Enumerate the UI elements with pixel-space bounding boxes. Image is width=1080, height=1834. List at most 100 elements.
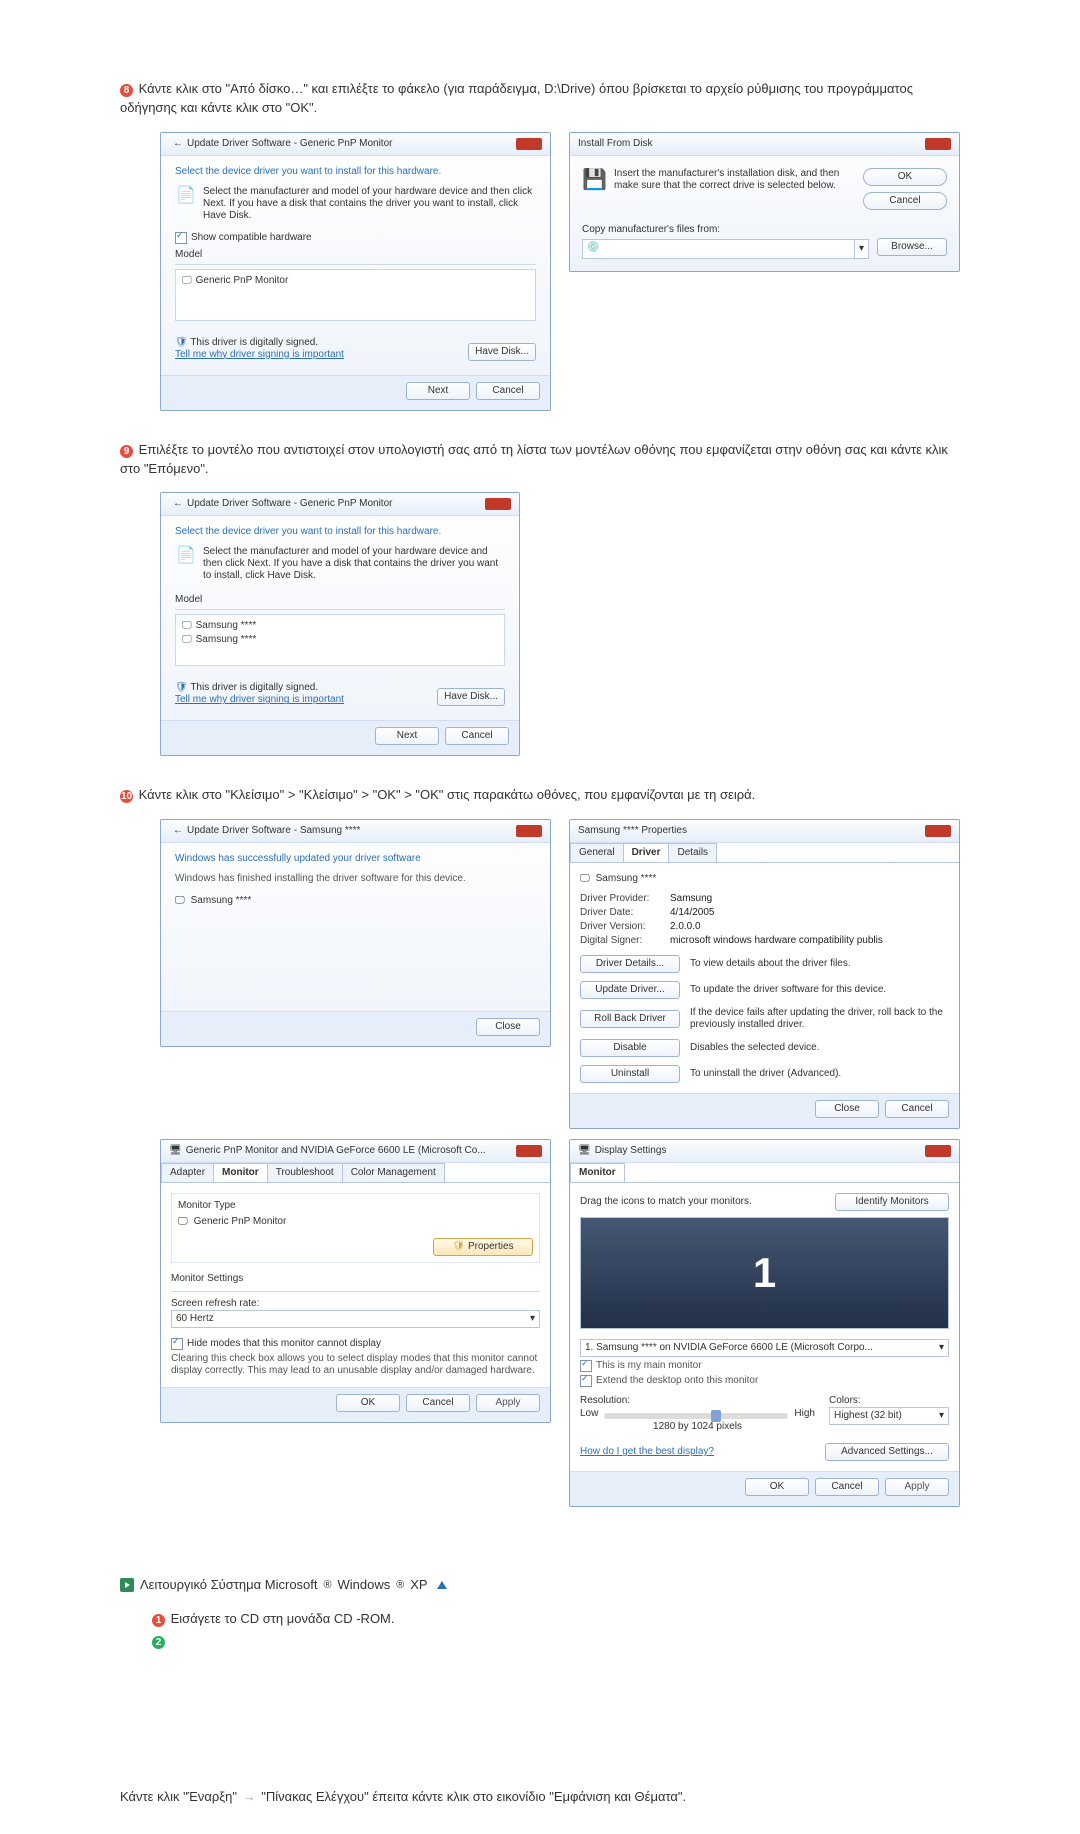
cancel-button[interactable]: Cancel: [476, 382, 540, 400]
have-disk-button[interactable]: Have Disk...: [437, 688, 505, 706]
close-icon[interactable]: [516, 1145, 542, 1157]
dropdown-arrow-icon[interactable]: ▾: [939, 1410, 944, 1422]
uninstall-button[interactable]: Uninstall: [580, 1065, 680, 1083]
tab-adapter[interactable]: Adapter: [161, 1163, 214, 1182]
model-list[interactable]: 🖵Generic PnP Monitor: [175, 269, 536, 321]
tab-troubleshoot[interactable]: Troubleshoot: [267, 1163, 343, 1182]
best-display-link[interactable]: How do I get the best display?: [580, 1446, 825, 1458]
model-item[interactable]: Generic PnP Monitor: [196, 275, 289, 286]
back-icon[interactable]: ←: [169, 138, 187, 150]
up-arrow-icon[interactable]: [437, 1581, 447, 1589]
browse-button[interactable]: Browse...: [877, 238, 947, 256]
model-item[interactable]: Samsung ****: [196, 620, 257, 631]
copy-from-dropdown[interactable]: 💿 ▾: [582, 239, 869, 259]
step-8-text: Κάντε κλικ στο "Από δίσκο…" και επιλέξτε…: [120, 81, 913, 115]
update-driver-button[interactable]: Update Driver...: [580, 981, 680, 999]
main-monitor-checkbox[interactable]: [580, 1360, 592, 1372]
dropdown-arrow-icon[interactable]: ▾: [854, 240, 868, 258]
colors-label: Colors:: [829, 1395, 949, 1407]
ok-button[interactable]: OK: [336, 1394, 400, 1412]
disable-desc: Disables the selected device.: [690, 1042, 949, 1054]
close-button[interactable]: Close: [815, 1100, 879, 1118]
tab-monitor[interactable]: Monitor: [570, 1163, 625, 1182]
close-icon[interactable]: [925, 1145, 951, 1157]
step-9: 9 Επιλέξτε το μοντέλο που αντιστοιχεί στ…: [120, 441, 960, 479]
back-icon[interactable]: ←: [169, 498, 187, 510]
model-label: Model: [175, 592, 505, 610]
step-10: 10 Κάντε κλικ στο "Κλείσιμο" > "Κλείσιμο…: [120, 786, 960, 805]
digital-signer-k: Digital Signer:: [580, 935, 662, 947]
extend-desktop-label: Extend the desktop onto this monitor: [596, 1375, 758, 1387]
colors-dropdown[interactable]: Highest (32 bit) ▾: [829, 1407, 949, 1425]
next-button[interactable]: Next: [406, 382, 470, 400]
close-icon[interactable]: [925, 138, 951, 150]
extend-desktop-checkbox[interactable]: [580, 1375, 592, 1387]
step-2: 2: [120, 1633, 960, 1649]
footer-text-b: "Πίνακας Ελέγχου" έπειτα κάντε κλικ στο …: [261, 1789, 686, 1804]
dropdown-arrow-icon[interactable]: ▾: [939, 1342, 944, 1354]
device-icon: 🖥: [169, 1145, 182, 1157]
driver-version-k: Driver Version:: [580, 921, 662, 933]
ifd-title: Install From Disk: [578, 138, 925, 150]
badge-2: 2: [152, 1636, 165, 1649]
ifd-ok-button[interactable]: OK: [863, 168, 947, 186]
ifd-cancel-button[interactable]: Cancel: [863, 192, 947, 210]
tab-driver[interactable]: Driver: [623, 843, 670, 862]
shield-icon: 🛡: [175, 682, 188, 693]
arrow-right-icon: →: [241, 1789, 258, 1804]
success-item: Samsung ****: [191, 895, 252, 907]
model-item[interactable]: Samsung ****: [196, 634, 257, 645]
monitor-settings-label: Monitor Settings: [171, 1273, 540, 1285]
show-compatible-checkbox[interactable]: [175, 232, 187, 244]
os-label-a: Λειτουργικό Σύστημα Microsoft: [140, 1577, 318, 1592]
cancel-button[interactable]: Cancel: [406, 1394, 470, 1412]
dropdown-arrow-icon[interactable]: ▾: [530, 1313, 535, 1325]
dlg-update-driver-success: ← Update Driver Software - Samsung **** …: [160, 819, 551, 1129]
apply-button[interactable]: Apply: [476, 1394, 540, 1412]
next-button[interactable]: Next: [375, 727, 439, 745]
close-icon[interactable]: [516, 825, 542, 837]
driver-provider-v: Samsung: [670, 893, 949, 905]
tab-details[interactable]: Details: [668, 843, 717, 862]
close-button[interactable]: Close: [476, 1018, 540, 1036]
show-compatible-label: Show compatible hardware: [191, 232, 312, 244]
close-icon[interactable]: [485, 498, 511, 510]
signed-link[interactable]: Tell me why driver signing is important: [175, 349, 468, 361]
disable-button[interactable]: Disable: [580, 1039, 680, 1057]
back-icon[interactable]: ←: [169, 825, 187, 837]
ok-button[interactable]: OK: [745, 1478, 809, 1496]
dlg-title: Update Driver Software - Generic PnP Mon…: [187, 138, 516, 150]
tab-monitor[interactable]: Monitor: [213, 1163, 268, 1182]
refresh-rate-value: 60 Hertz: [176, 1313, 530, 1325]
model-list[interactable]: 🖵Samsung **** 🖵Samsung ****: [175, 614, 505, 666]
identify-monitors-button[interactable]: Identify Monitors: [835, 1193, 949, 1211]
cancel-button[interactable]: Cancel: [815, 1478, 879, 1496]
cancel-button[interactable]: Cancel: [445, 727, 509, 745]
resolution-slider[interactable]: [604, 1413, 788, 1419]
digital-signer-v: microsoft windows hardware compatibility…: [670, 935, 949, 947]
monitor-select-value: 1. Samsung **** on NVIDIA GeForce 6600 L…: [585, 1342, 939, 1354]
monitor-preview[interactable]: 1: [580, 1217, 949, 1329]
have-disk-button[interactable]: Have Disk...: [468, 343, 536, 361]
close-icon[interactable]: [516, 138, 542, 150]
cd-icon: 💿: [583, 240, 603, 256]
refresh-rate-dropdown[interactable]: 60 Hertz ▾: [171, 1310, 540, 1328]
properties-button[interactable]: 🛡 Properties: [433, 1238, 533, 1256]
install-icon: 📄: [175, 186, 197, 222]
driver-provider-k: Driver Provider:: [580, 893, 662, 905]
footer-paragraph: Κάντε κλικ "Έναρξη" → "Πίνακας Ελέγχου" …: [120, 1789, 960, 1804]
tab-color-management[interactable]: Color Management: [342, 1163, 445, 1182]
cancel-button[interactable]: Cancel: [885, 1100, 949, 1118]
monitor-icon: 🖵: [175, 895, 185, 907]
apply-button[interactable]: Apply: [885, 1478, 949, 1496]
hide-modes-checkbox[interactable]: [171, 1338, 183, 1350]
monitor-select-dropdown[interactable]: 1. Samsung **** on NVIDIA GeForce 6600 L…: [580, 1339, 949, 1357]
driver-details-button[interactable]: Driver Details...: [580, 955, 680, 973]
device-name: Samsung ****: [596, 873, 657, 885]
tab-general[interactable]: General: [570, 843, 624, 862]
advanced-settings-button[interactable]: Advanced Settings...: [825, 1443, 949, 1461]
close-icon[interactable]: [925, 825, 951, 837]
signed-link[interactable]: Tell me why driver signing is important: [175, 694, 437, 706]
monitor-icon: 🖵: [182, 634, 192, 645]
roll-back-driver-button[interactable]: Roll Back Driver: [580, 1010, 680, 1028]
